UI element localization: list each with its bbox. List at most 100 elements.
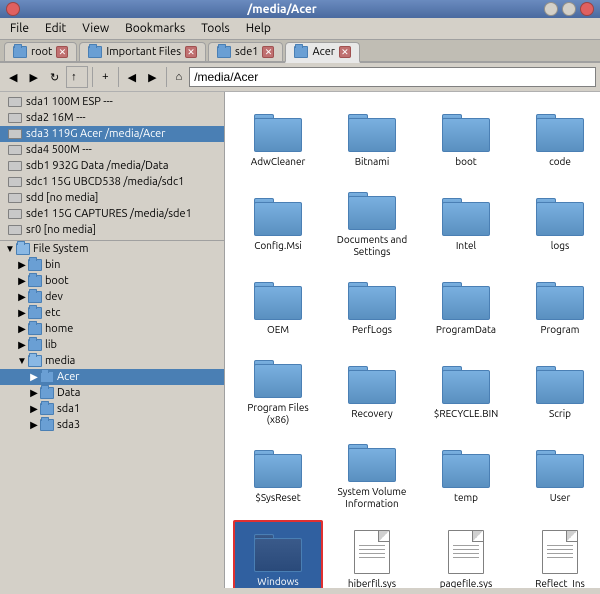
drive-sdd-label: sdd [no media]: [26, 192, 98, 204]
drive-sda2[interactable]: sda2 16M ---: [0, 110, 224, 126]
drive-sdc1[interactable]: sdc1 15G UBCD538 /media/sdc1: [0, 174, 224, 190]
file-windows[interactable]: Windows: [233, 520, 323, 588]
new-folder-button[interactable]: +: [97, 68, 113, 86]
tree-lib[interactable]: ▶ lib: [0, 337, 224, 353]
file-sysreset[interactable]: $SysReset: [233, 436, 323, 516]
tab-sde1[interactable]: sde1 ✕: [208, 42, 284, 61]
tab-acer[interactable]: Acer ✕: [285, 42, 359, 63]
file-program-partial[interactable]: Program: [515, 268, 600, 348]
folder-programfilesx86-icon: [254, 358, 302, 398]
drive-sda1[interactable]: sda1 100M ESP ---: [0, 94, 224, 110]
file-users[interactable]: User: [515, 436, 600, 516]
tree-etc[interactable]: ▶ etc: [0, 305, 224, 321]
file-logs[interactable]: logs: [515, 184, 600, 264]
file-hiberfil[interactable]: hiberfil.sys: [327, 520, 417, 588]
tree-bin-toggle[interactable]: ▶: [16, 259, 28, 271]
tree-data[interactable]: ▶ Data: [0, 385, 224, 401]
drive-sdd[interactable]: sdd [no media]: [0, 190, 224, 206]
tree-media-toggle[interactable]: ▼: [16, 355, 28, 367]
file-programfilesx86[interactable]: Program Files (x86): [233, 352, 323, 432]
title-bar: /media/Acer: [0, 0, 600, 18]
nav-left-button[interactable]: ◀: [123, 68, 141, 87]
tree-home-label: home: [45, 323, 73, 335]
tree-media[interactable]: ▼ media: [0, 353, 224, 369]
tree-sda1-toggle[interactable]: ▶: [28, 403, 40, 415]
file-pagefile[interactable]: pagefile.sys: [421, 520, 511, 588]
tree-sda3[interactable]: ▶ sda3: [0, 417, 224, 433]
menu-help[interactable]: Help: [240, 20, 277, 37]
menu-bookmarks[interactable]: Bookmarks: [119, 20, 191, 37]
tab-acer-close[interactable]: ✕: [339, 46, 351, 58]
tree-boot-toggle[interactable]: ▶: [16, 275, 28, 287]
file-boot[interactable]: boot: [421, 100, 511, 180]
tree-etc-toggle[interactable]: ▶: [16, 307, 28, 319]
drive-sr0[interactable]: sr0 [no media]: [0, 222, 224, 238]
folder-users-icon: [536, 448, 584, 488]
close-button[interactable]: [580, 2, 594, 16]
menu-file[interactable]: File: [4, 20, 35, 37]
drive-sde1[interactable]: sde1 15G CAPTURES /media/sde1: [0, 206, 224, 222]
file-intel[interactable]: Intel: [421, 184, 511, 264]
menu-view[interactable]: View: [76, 20, 115, 37]
file-configmsi[interactable]: Config.Msi: [233, 184, 323, 264]
tab-acer-icon: [294, 46, 308, 58]
tab-important[interactable]: Important Files ✕: [79, 42, 206, 61]
file-programdata[interactable]: ProgramData: [421, 268, 511, 348]
file-oem[interactable]: OEM: [233, 268, 323, 348]
tree-dev-toggle[interactable]: ▶: [16, 291, 28, 303]
maximize-button[interactable]: [562, 2, 576, 16]
tree-home-toggle[interactable]: ▶: [16, 323, 28, 335]
file-code[interactable]: code: [515, 100, 600, 180]
file-systemvolume[interactable]: System Volume Information: [327, 436, 417, 516]
menu-edit[interactable]: Edit: [39, 20, 72, 37]
drive-sdb1-label: sdb1 932G Data /media/Data: [26, 160, 168, 172]
tree-sda3-toggle[interactable]: ▶: [28, 419, 40, 431]
tree-sda1[interactable]: ▶ sda1: [0, 401, 224, 417]
window-controls[interactable]: [544, 2, 594, 16]
forward-button[interactable]: ▶: [24, 68, 42, 87]
tree-acer-toggle[interactable]: ▶: [28, 371, 40, 383]
drive-sda3-icon: [8, 129, 22, 139]
file-temp[interactable]: temp: [421, 436, 511, 516]
tree-boot[interactable]: ▶ boot: [0, 273, 224, 289]
file-bitnami[interactable]: Bitnami: [327, 100, 417, 180]
file-reflect[interactable]: Reflect_Ins: [515, 520, 600, 588]
tree-acer[interactable]: ▶ Acer: [0, 369, 224, 385]
nav-right-button[interactable]: ▶: [143, 68, 161, 87]
file-perflogs[interactable]: PerfLogs: [327, 268, 417, 348]
file-code-label: code: [549, 156, 571, 168]
tab-important-close[interactable]: ✕: [185, 46, 197, 58]
tab-sde1-close[interactable]: ✕: [262, 46, 274, 58]
tree-dev[interactable]: ▶ dev: [0, 289, 224, 305]
tree-data-toggle[interactable]: ▶: [28, 387, 40, 399]
tree-root-icon: [16, 243, 30, 255]
up-button[interactable]: ↑: [66, 66, 88, 88]
tree-root-toggle[interactable]: ▼: [4, 243, 16, 255]
file-adwcleaner[interactable]: AdwCleaner: [233, 100, 323, 180]
tab-root-close[interactable]: ✕: [56, 46, 68, 58]
file-boot-label: boot: [455, 156, 476, 168]
tab-root[interactable]: root ✕: [4, 42, 77, 61]
menu-tools[interactable]: Tools: [195, 20, 236, 37]
drive-sda3[interactable]: sda3 119G Acer /media/Acer: [0, 126, 224, 142]
drive-sda4[interactable]: sda4 500M ---: [0, 142, 224, 158]
file-docset[interactable]: Documents and Settings: [327, 184, 417, 264]
file-scripts[interactable]: Scrip: [515, 352, 600, 432]
file-recycle[interactable]: $RECYCLE.BIN: [421, 352, 511, 432]
drive-sdb1[interactable]: sdb1 932G Data /media/Data: [0, 158, 224, 174]
tree-bin[interactable]: ▶ bin: [0, 257, 224, 273]
file-temp-label: temp: [454, 492, 478, 504]
file-recycle-label: $RECYCLE.BIN: [434, 408, 499, 420]
tree-lib-toggle[interactable]: ▶: [16, 339, 28, 351]
home-button[interactable]: ⌂: [171, 68, 188, 86]
tree-root[interactable]: ▼ File System: [0, 241, 224, 257]
minimize-button[interactable]: [544, 2, 558, 16]
reload-button[interactable]: ↻: [45, 68, 64, 87]
back-button[interactable]: ◀: [4, 68, 22, 87]
tree-home[interactable]: ▶ home: [0, 321, 224, 337]
address-bar[interactable]: [189, 67, 596, 87]
file-recovery[interactable]: Recovery: [327, 352, 417, 432]
file-docset-label: Documents and Settings: [332, 234, 412, 258]
tree-sda3-label: sda3: [57, 419, 80, 431]
tree-etc-label: etc: [45, 307, 61, 319]
